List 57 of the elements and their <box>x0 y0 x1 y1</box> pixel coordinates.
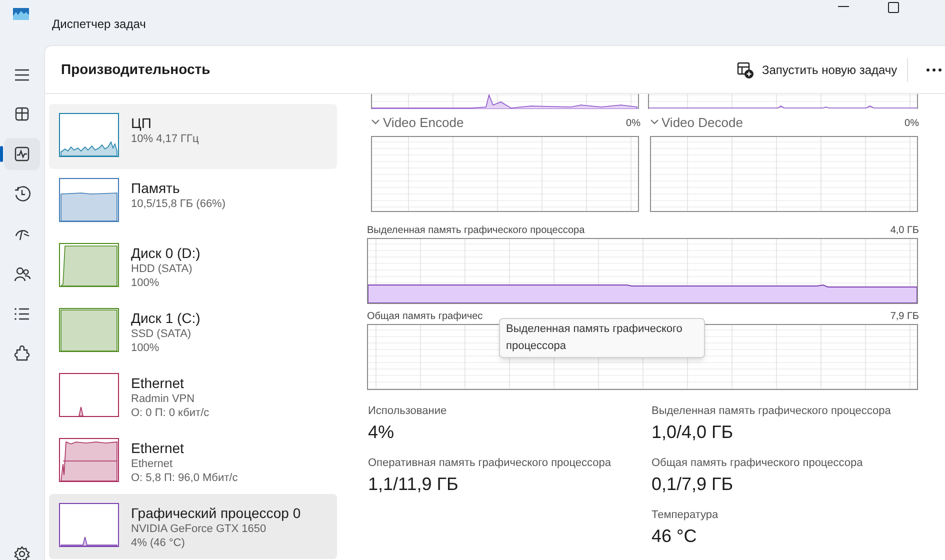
device-name: Графический процессор 0 <box>131 504 301 522</box>
app-icon <box>13 8 29 20</box>
graph-label: Выделенная память графического процессора <box>367 224 585 237</box>
window-title: Диспетчер задач <box>52 16 146 33</box>
device-detail: О: 5,8 П: 96,0 Мбит/с <box>131 471 238 485</box>
device-name: Диск 1 (C:) <box>131 309 200 327</box>
chevron-icon[interactable] <box>371 119 381 127</box>
stat-label: Оперативная память графического процессора <box>368 456 612 470</box>
stat-value: 1,0/4,0 ГБ <box>652 421 734 444</box>
engine-value: 0% <box>904 116 919 130</box>
tooltip: Выделенная память графического процессора <box>499 318 705 358</box>
stat-value: 0,1/7,9 ГБ <box>652 473 734 496</box>
device-name: Память <box>131 179 181 197</box>
graph-label: Общая память графичес <box>367 310 483 323</box>
graph-max-value: 7,9 ГБ <box>890 310 919 323</box>
run-new-task-button[interactable]: Запустить новую задачу <box>737 60 898 80</box>
stat-label: Использование <box>368 404 448 418</box>
device-name: Ethernet <box>131 374 185 392</box>
device-detail: 10% 4,17 ГГц <box>131 132 199 146</box>
stat-value: 46 °C <box>652 525 698 548</box>
stat-label: Общая память графического процессора <box>652 456 864 470</box>
more-icon <box>926 68 942 72</box>
engine-name[interactable]: Video Encode <box>383 113 626 133</box>
grid-icon <box>13 105 31 123</box>
device-list-item[interactable]: Графический процессор 0 NVIDIA GeForce GTX 1650 4% (46 °C) <box>49 494 337 559</box>
new-task-icon <box>737 62 754 78</box>
device-detail: 100% <box>131 341 160 355</box>
device-detail: SSD (SATA) <box>131 327 192 341</box>
graph-max-value: 4,0 ГБ <box>890 224 919 237</box>
stat-value: 1,1/11,9 ГБ <box>368 473 460 496</box>
minimize-icon <box>838 6 848 8</box>
device-name: Диск 0 (D:) <box>131 244 200 262</box>
list-icon <box>13 305 31 323</box>
device-name: Ethernet <box>131 439 185 457</box>
device-detail: О: 0 П: 0 кбит/с <box>131 406 210 420</box>
chevron-icon[interactable] <box>650 119 660 127</box>
device-name: ЦП <box>131 114 152 132</box>
stat-value: 4% <box>368 421 396 444</box>
device-detail: 10,5/15,8 ГБ (66%) <box>131 197 226 211</box>
device-detail: HDD (SATA) <box>131 262 194 276</box>
engine-value: 0% <box>626 116 640 130</box>
pulse-chart-icon <box>13 145 31 163</box>
device-detail: NVIDIA GeForce GTX 1650 <box>131 522 268 536</box>
settings-icon <box>13 545 31 560</box>
device-list-item[interactable]: ЦП 10% 4,17 ГГц <box>49 104 337 169</box>
stat-label: Выделенная память графического процессора <box>652 404 892 418</box>
device-detail: Ethernet <box>131 457 174 471</box>
stat-label: Температура <box>652 508 720 522</box>
device-detail: 4% (46 °C) <box>131 536 186 550</box>
device-detail: Radmin VPN <box>131 392 196 406</box>
device-detail: 100% <box>131 276 160 290</box>
clock-icon <box>13 185 31 203</box>
puzzle-icon <box>13 345 31 363</box>
people-icon <box>13 265 31 283</box>
engine-name[interactable]: Video Decode <box>662 113 905 133</box>
maximize-icon <box>888 2 898 12</box>
page-title: Производительность <box>61 60 210 79</box>
